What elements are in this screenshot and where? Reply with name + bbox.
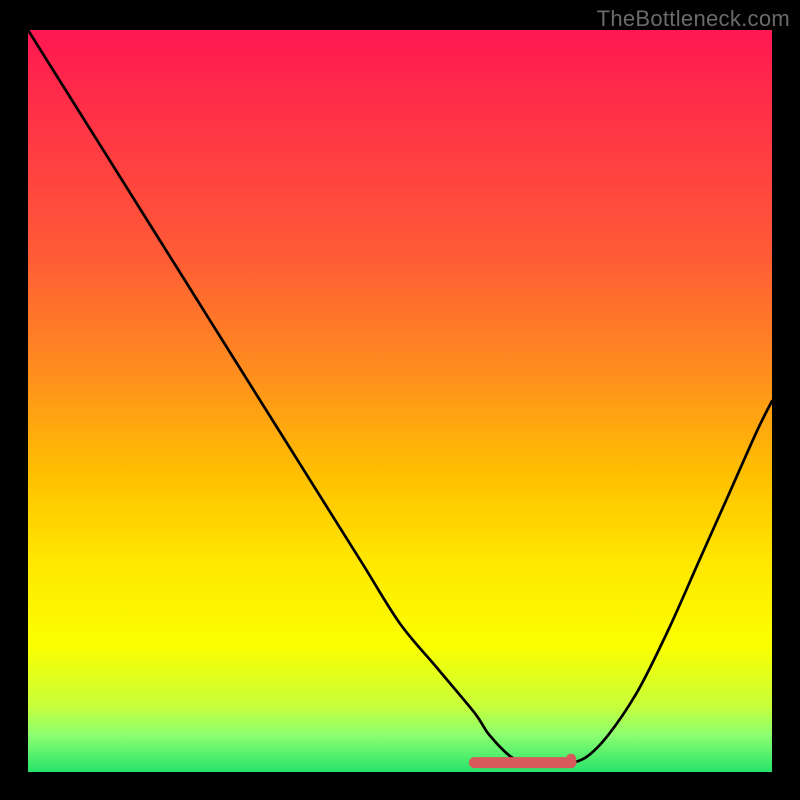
plot-area <box>28 30 772 772</box>
watermark-text: TheBottleneck.com <box>597 6 790 32</box>
bottleneck-curve <box>28 30 772 765</box>
chart-frame: TheBottleneck.com <box>0 0 800 800</box>
chart-svg <box>28 30 772 772</box>
optimal-range-end-dot <box>566 754 576 764</box>
